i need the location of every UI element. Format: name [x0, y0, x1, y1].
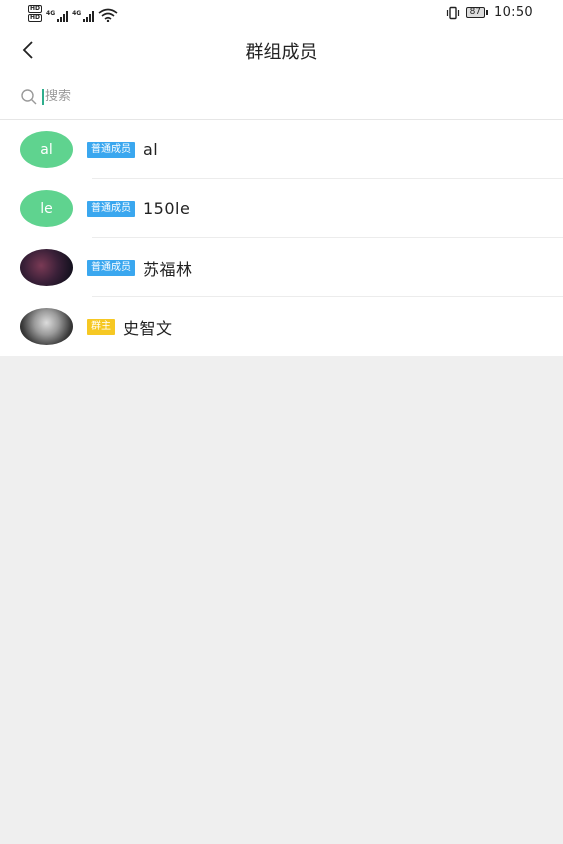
- status-right: 87 10:50: [446, 5, 533, 20]
- member-name: 史智文: [123, 318, 173, 338]
- clock: 10:50: [494, 5, 533, 20]
- member-list: al 普通成员 al le 普通成员 150le 普通成员 苏福林 群主 史智文: [0, 120, 563, 356]
- text-caret: [42, 88, 44, 105]
- avatar: [20, 249, 73, 286]
- hd-icon: HD: [28, 14, 43, 22]
- list-item[interactable]: 群主 史智文: [0, 297, 563, 356]
- wifi-icon: [98, 8, 118, 22]
- vibrate-icon: [446, 6, 459, 19]
- top-section: HD HD 4G 4G 87 10:50 群组成员 搜索: [0, 0, 563, 120]
- list-item[interactable]: le 普通成员 150le: [0, 179, 563, 238]
- role-badge: 普通成员: [87, 259, 135, 276]
- signal-icon: 4G: [72, 10, 95, 22]
- hd-icon: HD: [28, 5, 43, 13]
- role-badge: 群主: [87, 318, 115, 335]
- member-name: 150le: [143, 199, 191, 218]
- search-input[interactable]: [45, 89, 245, 104]
- hd-indicators: HD HD: [28, 5, 43, 22]
- signal-icon: 4G: [46, 10, 69, 22]
- battery-icon: 87: [465, 7, 489, 18]
- avatar: le: [20, 190, 73, 227]
- battery-level: 87: [465, 7, 486, 18]
- role-badge: 普通成员: [87, 141, 135, 158]
- list-item[interactable]: 普通成员 苏福林: [0, 238, 563, 297]
- page-title: 群组成员: [245, 42, 318, 63]
- role-badge: 普通成员: [87, 200, 135, 217]
- network-type: 4G: [72, 10, 82, 17]
- network-type: 4G: [46, 10, 56, 17]
- status-bar: HD HD 4G 4G 87 10:50: [0, 0, 563, 28]
- search-icon: [21, 88, 37, 104]
- search-bar[interactable]: [0, 74, 563, 120]
- member-name: 苏福林: [143, 259, 193, 279]
- avatar: [20, 308, 73, 345]
- list-item[interactable]: al 普通成员 al: [0, 120, 563, 179]
- avatar: al: [20, 131, 73, 168]
- member-name: al: [143, 140, 159, 159]
- status-left: HD HD 4G 4G: [28, 5, 118, 22]
- nav-bar: 群组成员: [0, 28, 563, 74]
